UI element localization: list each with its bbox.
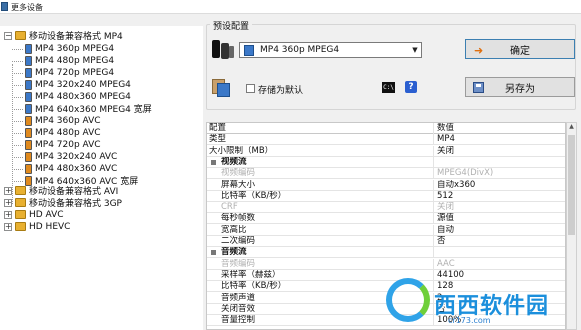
property-key: 每秒帧数 (221, 213, 256, 223)
expand-icon[interactable]: + (4, 186, 12, 195)
property-value[interactable]: 关闭 (433, 202, 563, 213)
video-file-icon (25, 139, 32, 150)
property-key: 比特率（KB/秒） (221, 191, 287, 201)
grid-section-row[interactable]: 音频流 (207, 247, 565, 258)
window-titlebar: 更多设备 (0, 0, 581, 14)
property-value[interactable]: AAC (433, 259, 563, 270)
grid-row[interactable]: 比特率（KB/秒） 512 (207, 191, 565, 202)
window-title: 更多设备 (11, 3, 43, 12)
scroll-thumb[interactable] (568, 135, 575, 235)
property-value[interactable]: 源值 (433, 213, 563, 224)
watermark-url: cr173.com (448, 316, 491, 325)
app-icon (1, 2, 8, 11)
property-value[interactable]: 自动x360 (433, 180, 563, 191)
folder-icon (15, 31, 26, 40)
grid-row[interactable]: 二次编码 否 (207, 236, 565, 247)
save-default-label[interactable]: 存储为默认 (258, 83, 303, 96)
folder-icon (15, 186, 26, 195)
preset-groupbox (206, 24, 576, 110)
header-key: 配置 (209, 123, 227, 133)
tree-group-mp4[interactable]: − 移动设备兼容格式 MP4 (4, 29, 123, 42)
arrow-right-icon: ➜ (474, 44, 484, 57)
tree-group-hd-hevc[interactable]: + HD HEVC (4, 220, 70, 233)
video-file-icon (25, 79, 32, 90)
property-key: 视频流 (221, 157, 247, 167)
grid-row[interactable]: 视频编码 MPEG4(DivX) (207, 168, 565, 179)
property-value[interactable] (433, 247, 563, 258)
ok-button[interactable]: ➜ 确定 (465, 39, 575, 59)
property-key: 视频编码 (221, 168, 256, 178)
video-file-icon (25, 55, 32, 66)
video-file-icon (25, 43, 32, 54)
watermark-logo: 西西软件园 cr173.com (386, 278, 581, 330)
folder-icon (15, 222, 26, 231)
video-file-icon (25, 115, 32, 126)
property-key: 宽高比 (221, 225, 247, 235)
property-key: 音频流 (221, 247, 247, 257)
grid-row[interactable]: 宽高比 自动 (207, 225, 565, 236)
video-file-icon (25, 67, 32, 78)
video-file-icon (25, 91, 32, 102)
grid-row[interactable]: 每秒帧数 源值 (207, 213, 565, 224)
video-file-icon (25, 103, 32, 114)
grid-section-row[interactable]: 视频流 (207, 157, 565, 168)
expand-icon[interactable]: + (4, 222, 12, 231)
grid-row[interactable]: CRF 关闭 (207, 202, 565, 213)
grid-row[interactable]: 类型 MP4 (207, 134, 565, 145)
collapse-icon[interactable]: − (4, 31, 12, 40)
preset-select[interactable]: MP4 360p MPEG4 ▼ (239, 42, 422, 58)
video-file-icon (25, 151, 32, 162)
floppy-disk-icon (473, 82, 484, 93)
collapse-marker-icon[interactable] (211, 250, 216, 255)
video-file-icon (244, 44, 254, 56)
grid-row[interactable]: 大小限制（MB） 关闭 (207, 146, 565, 157)
folder-icon (15, 210, 26, 219)
expand-icon[interactable]: + (4, 210, 12, 219)
property-key: 二次编码 (221, 236, 256, 246)
preset-legend: 预设配置 (210, 19, 253, 32)
property-key: 屏幕大小 (221, 180, 256, 190)
mobile-devices-icon (212, 39, 234, 61)
scroll-up-icon[interactable]: ▲ (567, 123, 576, 133)
grid-row[interactable]: 音频编码 AAC (207, 259, 565, 270)
chevron-down-icon[interactable]: ▼ (409, 46, 421, 54)
grid-header: 配置 数值 (207, 123, 565, 134)
property-key: CRF (221, 202, 238, 212)
property-value[interactable]: 自动 (433, 225, 563, 236)
device-tree[interactable]: − 移动设备兼容格式 MP4 MP4 360p MPEG4 MP4 480p M… (0, 26, 203, 330)
preset-select-value: MP4 360p MPEG4 (260, 45, 340, 55)
logo-ring-icon (386, 278, 430, 322)
command-prompt-icon[interactable]: C:\ (382, 82, 395, 93)
grid-row[interactable]: 屏幕大小 自动x360 (207, 180, 565, 191)
documents-icon (212, 79, 230, 97)
property-key: 音频编码 (221, 259, 256, 269)
property-key: 大小限制（MB） (209, 146, 274, 156)
save-as-button[interactable]: 另存为 (465, 77, 575, 97)
property-value[interactable]: MPEG4(DivX) (433, 168, 563, 179)
help-icon[interactable]: ? (405, 81, 417, 93)
property-value[interactable]: 关闭 (433, 146, 563, 157)
folder-icon (15, 198, 26, 207)
collapse-marker-icon[interactable] (211, 160, 216, 165)
property-value[interactable] (433, 157, 563, 168)
header-value: 数值 (433, 123, 563, 134)
property-value[interactable]: 512 (433, 191, 563, 202)
save-default-checkbox[interactable] (246, 84, 255, 93)
property-value[interactable]: MP4 (433, 134, 563, 145)
expand-icon[interactable]: + (4, 198, 12, 207)
property-value[interactable]: 否 (433, 236, 563, 247)
property-key: 类型 (209, 134, 227, 144)
video-file-icon (25, 163, 32, 174)
video-file-icon (25, 127, 32, 138)
